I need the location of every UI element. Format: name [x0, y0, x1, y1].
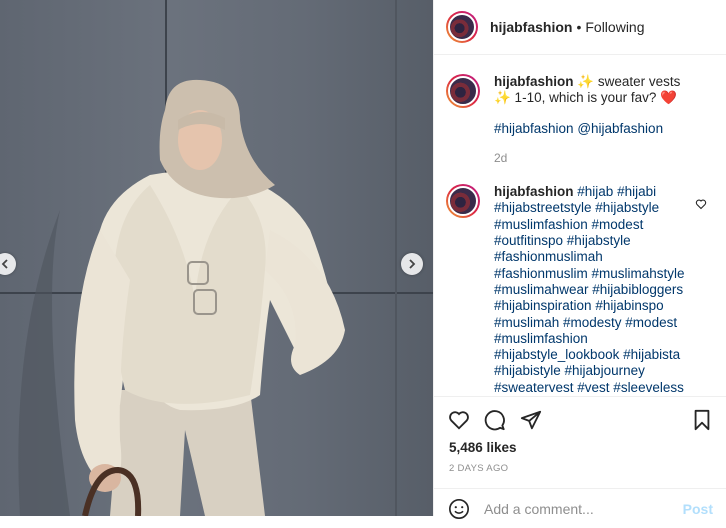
caption: hijabfashion ✨ sweater vests ✨ 1-10, whi…	[446, 56, 715, 166]
caption-username[interactable]: hijabfashion	[494, 74, 574, 89]
bookmark-icon[interactable]	[691, 409, 713, 431]
avatar[interactable]	[446, 184, 480, 219]
add-comment-bar: Add a comment... Post	[434, 488, 726, 528]
heart-icon[interactable]	[448, 409, 470, 431]
share-icon[interactable]	[520, 409, 542, 431]
avatar[interactable]	[446, 74, 480, 108]
post-username[interactable]: hijabfashion	[490, 19, 572, 35]
next-photo-button[interactable]	[401, 253, 423, 275]
separator-dot: •	[576, 19, 582, 35]
post-photo[interactable]	[0, 0, 433, 516]
post-comment-button[interactable]: Post	[683, 501, 713, 517]
comment-input[interactable]: Add a comment...	[484, 501, 683, 517]
avatar[interactable]	[446, 11, 478, 43]
post-header: hijabfashion • Following	[434, 0, 726, 55]
comment-tags[interactable]: #hijab #hijabi #hijabstreetstyle #hijabs…	[494, 184, 685, 392]
action-bar	[434, 396, 726, 442]
heart-icon[interactable]	[695, 198, 707, 210]
chevron-left-icon	[1, 259, 8, 269]
post-timestamp: 2 DAYS AGO	[449, 463, 509, 474]
woman-figure	[18, 79, 345, 516]
comment-username[interactable]: hijabfashion	[494, 184, 574, 199]
caption-tags[interactable]: #hijabfashion @hijabfashion	[494, 121, 699, 137]
post-details-panel: hijabfashion • Following hijabfashion ✨ …	[433, 0, 726, 519]
list-item: hijabfashion #hijab #hijabi #hijabstreet…	[446, 166, 715, 392]
emoji-icon[interactable]	[448, 498, 470, 520]
following-button[interactable]: Following	[585, 19, 644, 35]
like-count[interactable]: 5,486 likes	[449, 440, 517, 455]
comment-icon[interactable]	[484, 409, 506, 431]
comments-list[interactable]: hijabfashion ✨ sweater vests ✨ 1-10, whi…	[434, 56, 726, 392]
chevron-right-icon	[409, 259, 416, 269]
caption-time: 2d	[494, 150, 508, 165]
